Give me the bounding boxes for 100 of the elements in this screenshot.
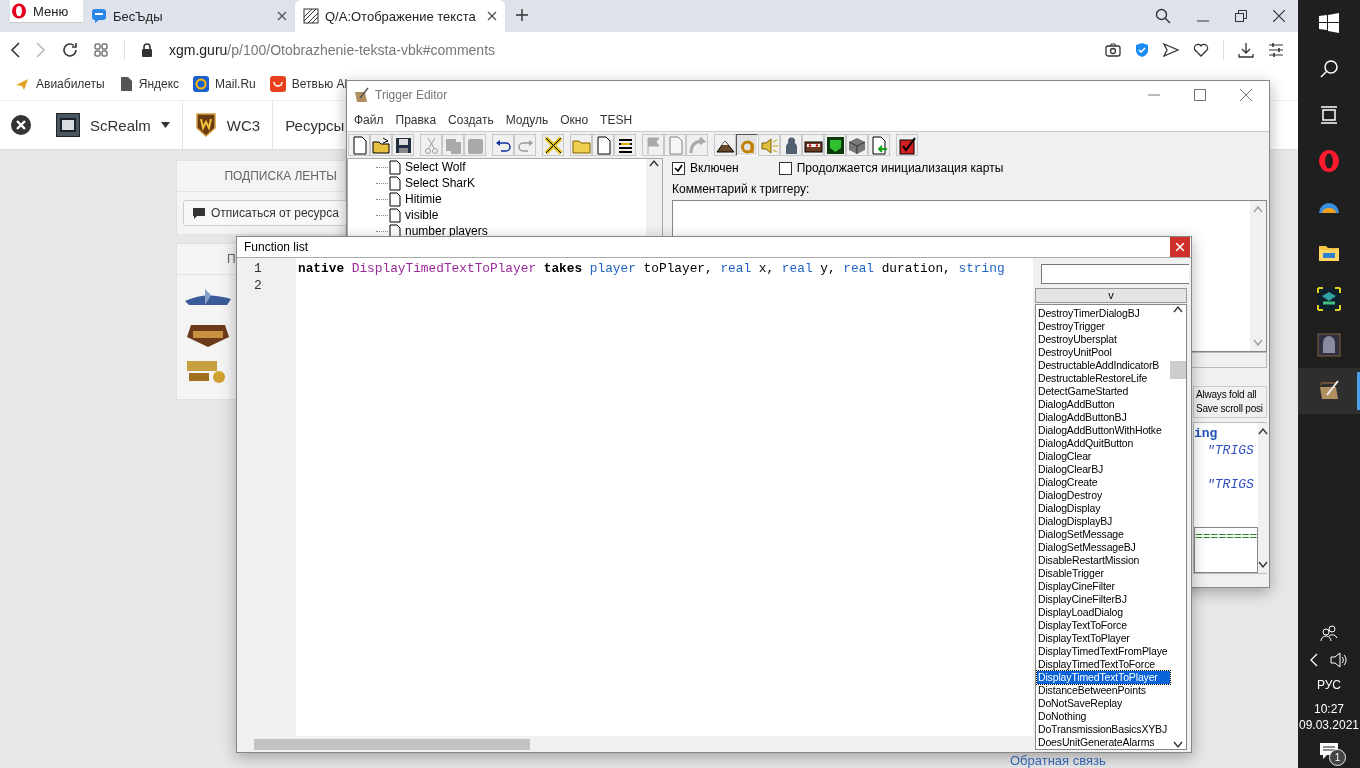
scroll-up-icon[interactable] [1258, 427, 1269, 435]
reload-icon[interactable] [62, 42, 78, 58]
function-item[interactable]: DisableTrigger [1037, 567, 1170, 580]
option-item[interactable]: Always fold all [1196, 388, 1264, 402]
restore-icon[interactable] [1235, 10, 1247, 22]
opera-icon[interactable] [1317, 149, 1341, 173]
bookmark-link[interactable]: Авиабилеты [36, 77, 105, 91]
bookmark-link[interactable]: Ветвью Al [291, 77, 348, 91]
chevron-icon[interactable] [1310, 653, 1318, 667]
close-icon[interactable] [277, 11, 287, 21]
nav-link[interactable]: WC3 [226, 116, 261, 134]
function-item[interactable]: DialogAddButton [1037, 398, 1170, 411]
function-item[interactable]: DoNotSaveReplay [1037, 697, 1170, 710]
task-view-icon[interactable] [1320, 106, 1338, 124]
scroll-down-icon[interactable] [1173, 741, 1183, 749]
tree-item[interactable]: Select SharK [405, 176, 476, 190]
download-icon[interactable] [1238, 42, 1254, 58]
url-field[interactable]: xgm.guru/p/100/Otobrazhenie-teksta-vbk#comments [169, 42, 496, 58]
function-item[interactable]: DialogSetMessage [1037, 528, 1170, 541]
shield-check-icon[interactable] [1135, 42, 1149, 58]
function-item[interactable]: DestroyTrigger [1037, 320, 1170, 333]
bookmark-link[interactable]: Mail.Ru [215, 77, 256, 91]
plus-icon[interactable] [515, 8, 529, 22]
scroll-down-icon[interactable] [1258, 561, 1269, 569]
tree-item[interactable]: Select Wolf [405, 160, 466, 174]
toolbar-button[interactable] [736, 134, 758, 156]
function-item[interactable]: DialogAddButtonBJ [1037, 411, 1170, 424]
function-item[interactable]: DialogAddButtonWithHotke [1037, 424, 1170, 437]
maximize-icon[interactable] [1194, 89, 1206, 101]
function-item[interactable]: DialogClearBJ [1037, 463, 1170, 476]
function-item[interactable]: DisplayTextToPlayer [1037, 632, 1170, 645]
function-item[interactable]: DialogSetMessageBJ [1037, 541, 1170, 554]
menu-item[interactable]: Модуль [499, 111, 555, 129]
function-item[interactable]: DialogDestroy [1037, 489, 1170, 502]
menu-item[interactable]: Правка [389, 111, 443, 129]
emblem-icon[interactable] [1317, 287, 1341, 311]
function-item[interactable]: DetectGameStarted [1037, 385, 1170, 398]
function-item[interactable]: DestructableAddIndicatorB [1037, 359, 1170, 372]
settings-icon[interactable] [1268, 43, 1284, 57]
nav-link[interactable]: Ресурсы [285, 116, 345, 134]
close-circle-icon[interactable] [10, 114, 32, 136]
grid-icon[interactable] [94, 43, 108, 57]
menu-item[interactable]: Создать [442, 111, 500, 129]
caret-icon[interactable] [160, 122, 170, 128]
tree-item[interactable]: Hitimie [405, 192, 442, 206]
scroll-up-icon[interactable] [649, 159, 659, 167]
language-indicator[interactable]: РУС [1317, 678, 1341, 692]
search-icon[interactable] [1155, 8, 1171, 24]
helmet-icon[interactable] [1317, 333, 1341, 357]
function-item[interactable]: DisplayLoadDialog [1037, 606, 1170, 619]
function-item[interactable]: DialogDisplayBJ [1037, 515, 1170, 528]
close-button[interactable] [1170, 237, 1190, 257]
function-item[interactable]: DisplayTextToForce [1037, 619, 1170, 632]
back-icon[interactable] [10, 42, 20, 58]
function-item[interactable]: DialogDisplay [1037, 502, 1170, 515]
function-item[interactable]: DialogAddQuitButton [1037, 437, 1170, 450]
scroll-up-icon[interactable] [1173, 305, 1183, 313]
function-item[interactable]: DialogCreate [1037, 476, 1170, 489]
unsubscribe-button[interactable]: Отписаться от ресурса [183, 200, 348, 226]
browser-tab[interactable]: Меню [10, 0, 83, 23]
function-item[interactable]: DoNothing [1037, 710, 1170, 723]
menu-item[interactable]: Файл [348, 111, 390, 129]
tree-item[interactable]: visible [405, 208, 439, 222]
search-field[interactable] [1041, 264, 1189, 284]
footer-link[interactable]: Обратная связь [1010, 753, 1106, 768]
bookmark-link[interactable]: Яндекс [138, 77, 180, 91]
windows-icon[interactable] [1319, 13, 1339, 33]
function-item[interactable]: DoTransmissionBasicsXYBJ [1037, 723, 1170, 736]
option-item[interactable]: Save scroll posi [1196, 402, 1264, 416]
close-icon[interactable] [487, 11, 497, 21]
browser-tab[interactable]: БесЪды [83, 0, 295, 32]
function-item[interactable]: DisplayCineFilterBJ [1037, 593, 1170, 606]
camera-icon[interactable] [1105, 43, 1121, 57]
people-icon[interactable] [1320, 624, 1338, 642]
search-icon[interactable] [1320, 60, 1338, 78]
scrollbar-thumb[interactable] [1170, 361, 1186, 379]
function-item[interactable]: DoesUnitGenerateAlarms [1037, 736, 1170, 749]
toolbar-button[interactable] [542, 134, 564, 156]
function-item[interactable]: DisplayTimedTextToPlayer [1037, 671, 1170, 684]
function-item[interactable]: DisplayCineFilter [1037, 580, 1170, 593]
browser-tab[interactable]: Q/A:Отображение текста [295, 0, 505, 32]
heart-icon[interactable] [1193, 43, 1209, 57]
function-item[interactable]: DestroyTimerDialogBJ [1037, 307, 1170, 320]
close-icon[interactable] [1240, 89, 1252, 101]
send-icon[interactable] [1163, 43, 1179, 57]
tree-item[interactable]: number players [405, 224, 488, 237]
function-item[interactable]: DisplayTimedTextToForce [1037, 658, 1170, 671]
menu-item[interactable]: Окно [554, 111, 595, 129]
function-item[interactable]: DistanceBetweenPoints [1037, 684, 1170, 697]
function-item[interactable]: DestroyUbersplat [1037, 333, 1170, 346]
function-item[interactable]: DisplayTimedTextFromPlaye [1037, 645, 1170, 658]
speaker-icon[interactable] [1330, 652, 1348, 668]
function-item[interactable]: DialogClear [1037, 450, 1170, 463]
checkbox[interactable] [778, 161, 792, 175]
function-item[interactable]: DestructableRestoreLife [1037, 372, 1170, 385]
function-item[interactable]: DisableRestartMission [1037, 554, 1170, 567]
close-icon[interactable] [1273, 10, 1285, 22]
menu-item[interactable]: TESH [594, 111, 639, 129]
checkbox[interactable] [672, 161, 685, 175]
expand-button[interactable]: v [1035, 288, 1187, 303]
